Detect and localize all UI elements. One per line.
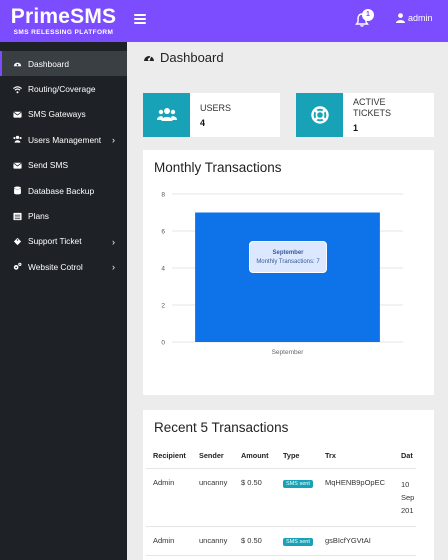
- trx-cell: MqHENB9pOpEC: [318, 468, 394, 527]
- amount-cell: $ 0.50: [234, 526, 276, 556]
- trx-cell: gsBIcfYGVtAI: [318, 526, 394, 556]
- notification-badge: 1: [362, 9, 374, 21]
- user-menu[interactable]: admin: [396, 13, 433, 23]
- sender-cell: uncanny: [192, 468, 234, 527]
- chevron-right-icon: ›: [112, 236, 115, 247]
- sidebar-item-label: Users Management: [28, 134, 102, 145]
- sidebar-item-label: Send SMS: [28, 160, 69, 171]
- page-title-text: Dashboard: [160, 50, 224, 65]
- amount-cell: $ 0.50: [234, 468, 276, 527]
- brand-logo[interactable]: PrimeSMS SMS RELESSING PLATFORM: [0, 0, 127, 42]
- sidebar-item-users-management[interactable]: Users Management ›: [0, 127, 127, 152]
- dashboard-icon: [13, 62, 22, 67]
- sidebar-item-label: Support Ticket: [28, 236, 82, 247]
- dashboard-icon: [144, 55, 154, 61]
- page-title: Dashboard: [143, 50, 224, 65]
- table-row: Admin uncanny $ 0.50 SMS sent MqHENB9pOp…: [146, 468, 416, 527]
- chart-bar[interactable]: [195, 212, 380, 343]
- recipient-cell: Admin: [146, 468, 192, 527]
- users-stat-label: USERS: [200, 102, 232, 113]
- column-header: Amount: [234, 443, 276, 469]
- tickets-stat-card[interactable]: ACTIVE TICKETS 1: [296, 93, 434, 137]
- sidebar-item-routing-coverage[interactable]: Routing/Coverage: [0, 76, 127, 101]
- cogs-icon: [13, 263, 22, 271]
- sidebar-item-label: Routing/Coverage: [28, 84, 96, 95]
- date-day: 10: [401, 480, 410, 489]
- hamburger-menu-icon[interactable]: [134, 13, 146, 25]
- transactions-table: Recipient Sender Amount Type Trx Dat Adm…: [146, 443, 416, 556]
- username-label: admin: [408, 13, 433, 23]
- monthly-transactions-chart: 0 2 4 6 8 September: [161, 192, 403, 356]
- y-tick-label: 6: [161, 229, 165, 236]
- date-month: Sep: [401, 493, 415, 502]
- envelope-icon: [13, 162, 22, 169]
- wifi-icon: [13, 85, 22, 93]
- top-bar: PrimeSMS SMS RELESSING PLATFORM: [0, 0, 448, 42]
- ticket-icon: [13, 237, 22, 246]
- chevron-right-icon: ›: [112, 135, 115, 146]
- column-header: Type: [276, 443, 318, 469]
- chart-card-title: Monthly Transactions: [154, 160, 282, 175]
- date-cell: [394, 526, 416, 556]
- tickets-stat-label: ACTIVE TICKETS: [353, 97, 392, 118]
- sidebar-item-send-sms[interactable]: Send SMS: [0, 153, 127, 178]
- life-ring-icon: [296, 93, 343, 137]
- transactions-card-title: Recent 5 Transactions: [154, 420, 289, 435]
- users-icon: [143, 93, 190, 137]
- envelope-icon: [13, 111, 22, 118]
- chevron-right-icon: ›: [112, 262, 115, 273]
- sidebar-item-label: Database Backup: [28, 185, 95, 196]
- type-badge: SMS sent: [283, 480, 313, 488]
- column-header: Recipient: [146, 443, 192, 469]
- sidebar-item-label: SMS Gateways: [28, 109, 86, 120]
- type-badge: SMS sent: [283, 538, 313, 546]
- chart-tooltip: September Monthly Transactions: 7: [249, 241, 327, 273]
- y-tick-label: 0: [161, 340, 165, 347]
- column-header: Sender: [192, 443, 234, 469]
- users-stat-card[interactable]: USERS 4: [143, 93, 280, 137]
- sidebar-item-dashboard[interactable]: Dashboard: [0, 51, 127, 77]
- sidebar: Dashboard Routing/Coverage SMS Gateways Use…: [0, 42, 127, 560]
- database-icon: [14, 186, 21, 195]
- sidebar-item-label: Dashboard: [28, 58, 69, 69]
- x-tick-label: September: [272, 349, 305, 356]
- date-cell: 10 Sep 201: [394, 468, 416, 527]
- y-tick-label: 8: [161, 192, 165, 199]
- sidebar-item-label: Website Cotrol: [28, 261, 83, 272]
- column-header: Trx: [318, 443, 394, 469]
- type-cell: SMS sent: [276, 526, 318, 556]
- brand-subtitle: SMS RELESSING PLATFORM: [13, 28, 114, 36]
- date-year: 201: [401, 506, 414, 515]
- sidebar-item-plans[interactable]: Plans: [0, 203, 127, 228]
- sidebar-item-database-backup[interactable]: Database Backup: [0, 178, 127, 203]
- type-cell: SMS sent: [276, 468, 318, 527]
- user-icon: [396, 13, 405, 23]
- recipient-cell: Admin: [146, 526, 192, 556]
- tooltip-title: September: [272, 249, 304, 256]
- table-row: Admin uncanny $ 0.50 SMS sent gsBIcfYGVt…: [146, 526, 416, 556]
- sidebar-item-support-ticket[interactable]: Support Ticket ›: [0, 229, 127, 254]
- transactions-table-wrapper[interactable]: Recipient Sender Amount Type Trx Dat Adm…: [143, 443, 421, 560]
- sidebar-item-sms-gateways[interactable]: SMS Gateways: [0, 102, 127, 127]
- sender-cell: uncanny: [192, 526, 234, 556]
- y-tick-label: 4: [161, 266, 165, 273]
- list-icon: [13, 212, 22, 220]
- users-icon: [13, 136, 22, 144]
- tickets-stat-value: 1: [353, 123, 359, 133]
- users-stat-value: 4: [200, 117, 206, 128]
- sidebar-item-website-cotrol[interactable]: Website Cotrol ›: [0, 254, 127, 279]
- brand-title: PrimeSMS: [10, 4, 117, 28]
- sidebar-item-label: Plans: [28, 211, 49, 222]
- tooltip-text: Monthly Transactions: 7: [256, 258, 320, 265]
- y-tick-label: 2: [161, 303, 165, 310]
- column-header: Dat: [394, 443, 416, 469]
- table-header-row: Recipient Sender Amount Type Trx Dat: [146, 443, 416, 469]
